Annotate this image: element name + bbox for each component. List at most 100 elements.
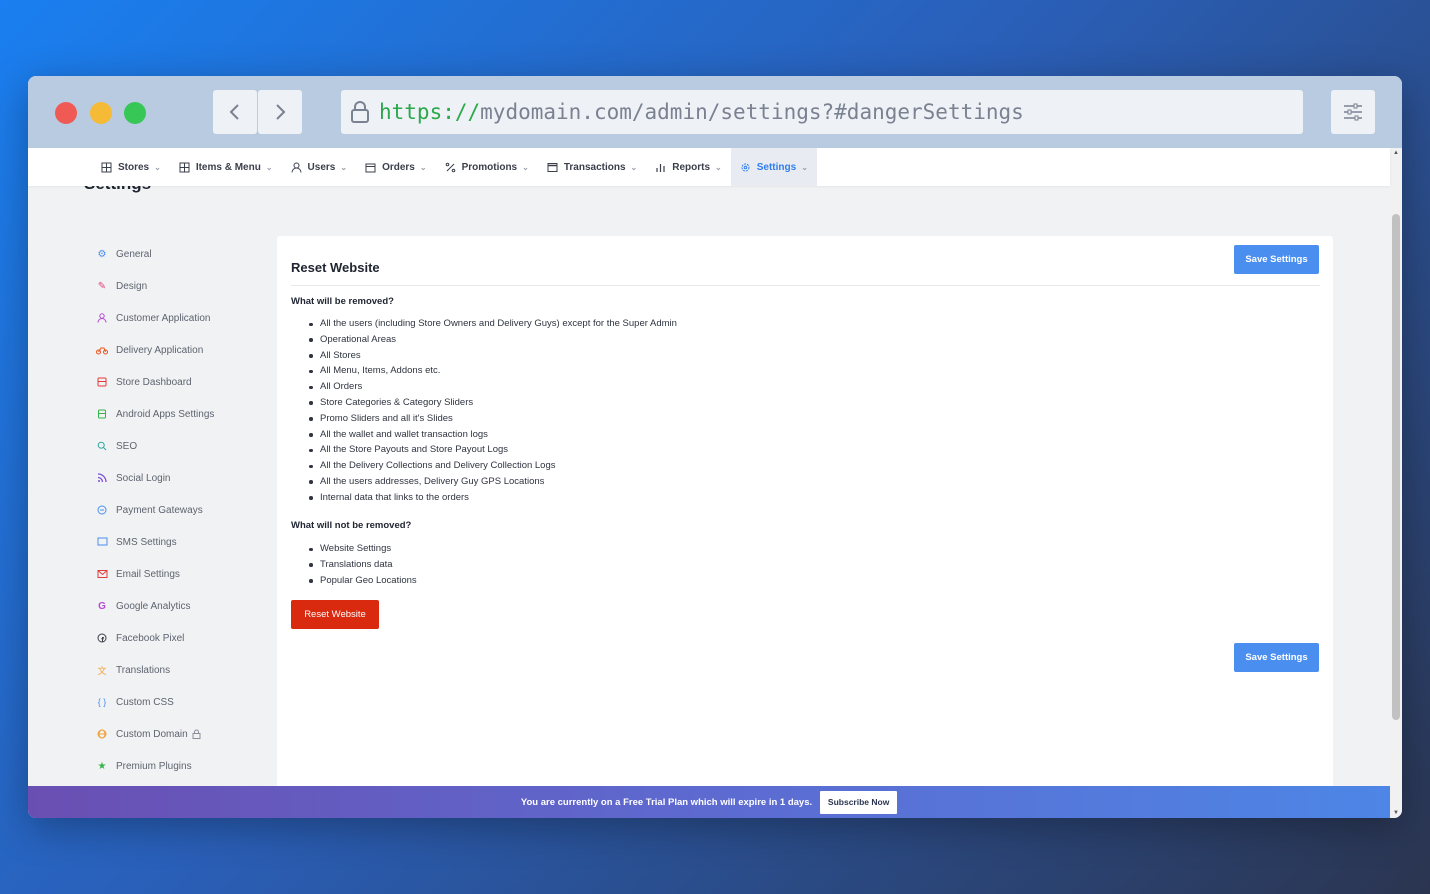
sidebar-item-label: SEO: [116, 440, 138, 452]
scroll-thumb[interactable]: [1392, 214, 1400, 720]
sidebar-item-premium-plugins[interactable]: ★ Premium Plugins: [96, 750, 214, 782]
sidebar-item-seo[interactable]: SEO: [96, 430, 214, 462]
nav-label: Orders: [382, 161, 415, 173]
sidebar-item-sms-settings[interactable]: SMS Settings: [96, 526, 214, 558]
bike-icon: [96, 344, 108, 356]
sidebar-item-general[interactable]: ⚙ General: [96, 238, 214, 270]
nav-settings[interactable]: Settings ⌄: [730, 148, 817, 186]
removed-heading: What will be removed?: [291, 296, 394, 307]
divider: [291, 285, 1320, 286]
grid-icon: [101, 162, 112, 172]
scroll-up-icon[interactable]: ▲: [1392, 150, 1400, 156]
minimize-window-button[interactable]: [90, 102, 112, 124]
nav-orders[interactable]: Orders ⌄: [356, 148, 436, 186]
nav-stores[interactable]: Stores ⌄: [92, 148, 170, 186]
list-item: All the users addresses, Delivery Guy GP…: [309, 474, 677, 490]
nav-label: Promotions: [461, 161, 518, 173]
sidebar-item-customer-application[interactable]: Customer Application: [96, 302, 214, 334]
scrollbar[interactable]: ▲ ▼: [1390, 148, 1402, 818]
chevron-down-icon: ⌄: [419, 162, 427, 172]
user-icon: [96, 312, 108, 324]
page-title: Settings: [84, 186, 151, 194]
list-item: All Stores: [309, 348, 677, 364]
chevron-right-icon: [276, 104, 286, 120]
reset-website-card: Reset Website Save Settings What will be…: [277, 236, 1333, 786]
orders-icon: [365, 163, 376, 172]
lock-icon: [351, 101, 369, 123]
sidebar-item-label: General: [116, 248, 152, 260]
chevron-down-icon: ⌄: [154, 162, 161, 172]
list-item: Operational Areas: [309, 332, 677, 348]
list-item: Internal data that links to the orders: [309, 490, 677, 506]
nav-items-menu[interactable]: Items & Menu ⌄: [170, 148, 282, 186]
sidebar-item-custom-domain[interactable]: Custom Domain: [96, 718, 214, 750]
sidebar-item-translations[interactable]: 文 Translations: [96, 654, 214, 686]
list-item: All the Delivery Collections and Deliver…: [309, 458, 677, 474]
sidebar-item-android-apps-settings[interactable]: Android Apps Settings: [96, 398, 214, 430]
nav-label: Reports: [672, 161, 711, 173]
message-icon: [96, 536, 108, 548]
sidebar-item-label: Design: [116, 280, 148, 292]
nav-label: Transactions: [563, 161, 626, 173]
settings-sidebar: ⚙ General ✎ Design Customer Application De…: [96, 238, 214, 782]
sidebar-item-label: Custom CSS: [116, 696, 174, 708]
card-icon: [547, 162, 558, 172]
kept-list: Website Settings Translations data Popul…: [309, 541, 417, 589]
sidebar-item-label: Store Dashboard: [116, 376, 192, 388]
close-window-button[interactable]: [55, 102, 77, 124]
sidebar-item-label: SMS Settings: [116, 536, 177, 548]
browser-menu-button[interactable]: [1331, 90, 1375, 134]
save-settings-button-bottom[interactable]: Save Settings: [1234, 643, 1319, 672]
store-icon: [96, 376, 108, 388]
forward-button[interactable]: [258, 90, 302, 134]
nav-label: Settings: [756, 161, 797, 173]
list-item: Website Settings: [309, 541, 417, 557]
sliders-icon: [1344, 103, 1362, 121]
list-item: Translations data: [309, 557, 417, 573]
brush-icon: ✎: [97, 280, 107, 292]
star-icon: ★: [97, 760, 107, 772]
lock-icon: [192, 729, 201, 739]
sidebar-item-label: Email Settings: [116, 568, 180, 580]
sidebar-item-email-settings[interactable]: Email Settings: [96, 558, 214, 590]
rss-icon: [96, 472, 108, 484]
list-item: Popular Geo Locations: [309, 573, 417, 589]
list-item: All Orders: [309, 379, 677, 395]
sidebar-item-facebook-pixel[interactable]: Facebook Pixel: [96, 622, 214, 654]
chevron-down-icon: ⌄: [715, 162, 722, 172]
scroll-down-icon[interactable]: ▼: [1392, 810, 1400, 816]
chevron-down-icon: ⌄: [630, 162, 638, 172]
nav-promotions[interactable]: Promotions ⌄: [436, 148, 538, 186]
nav-transactions[interactable]: Transactions ⌄: [538, 148, 646, 186]
sidebar-item-design[interactable]: ✎ Design: [96, 270, 214, 302]
sidebar-item-label: Premium Plugins: [116, 760, 192, 772]
sidebar-item-label: Android Apps Settings: [116, 408, 215, 420]
translate-icon: 文: [97, 665, 107, 676]
back-button[interactable]: [213, 90, 257, 134]
reset-website-button[interactable]: Reset Website: [291, 600, 379, 629]
address-bar[interactable]: https://mydomain.com/admin/settings?#dan…: [341, 90, 1303, 134]
chevron-down-icon: ⌄: [265, 162, 273, 172]
sidebar-item-social-login[interactable]: Social Login: [96, 462, 214, 494]
top-navigation: Stores ⌄ Items & Menu ⌄ Users ⌄ Orders ⌄ Pro…: [28, 148, 1390, 186]
subscribe-now-button[interactable]: Subscribe Now: [820, 790, 898, 814]
nav-label: Stores: [118, 161, 150, 173]
chevron-down-icon: ⌄: [522, 162, 529, 172]
sidebar-item-label: Payment Gateways: [116, 504, 203, 516]
removed-list: All the users (including Store Owners an…: [309, 316, 677, 506]
kept-heading: What will not be removed?: [291, 520, 412, 531]
sidebar-item-custom-css[interactable]: { } Custom CSS: [96, 686, 214, 718]
chevron-down-icon: ⌄: [801, 162, 808, 172]
nav-reports[interactable]: Reports ⌄: [646, 148, 731, 186]
sidebar-item-delivery-application[interactable]: Delivery Application: [96, 334, 214, 366]
chevron-left-icon: [229, 104, 239, 120]
sidebar-item-store-dashboard[interactable]: Store Dashboard: [96, 366, 214, 398]
nav-users[interactable]: Users ⌄: [282, 148, 357, 186]
sidebar-item-google-analytics[interactable]: G Google Analytics: [96, 590, 214, 622]
gear-icon: ⚙: [97, 248, 107, 260]
maximize-window-button[interactable]: [124, 102, 146, 124]
save-settings-button[interactable]: Save Settings: [1234, 245, 1319, 274]
list-item: All the wallet and wallet transaction lo…: [309, 427, 677, 443]
sidebar-item-payment-gateways[interactable]: Payment Gateways: [96, 494, 214, 526]
sidebar-item-label: Delivery Application: [116, 344, 204, 356]
